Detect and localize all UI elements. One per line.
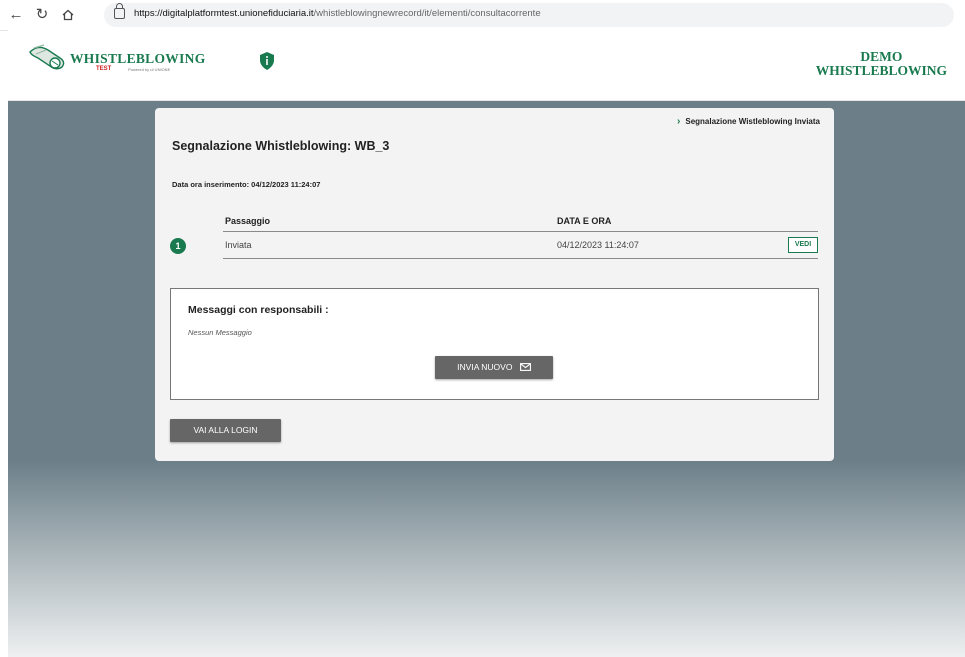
send-new-message-button[interactable]: INVIA NUOVO [435, 356, 553, 379]
go-to-login-button[interactable]: VAI ALLA LOGIN [170, 419, 281, 442]
step-name: Inviata [225, 240, 252, 250]
address-bar[interactable]: https://digitalplatformtest.unionefiduci… [104, 3, 954, 27]
back-arrow-icon[interactable]: ← [6, 5, 26, 25]
demo-title: DEMO WHISTLEBLOWING [816, 50, 947, 78]
shield-icon[interactable] [260, 52, 274, 70]
home-icon[interactable] [58, 5, 78, 25]
messages-title: Messaggi con responsabili : [188, 304, 329, 316]
table-row: Inviata 04/12/2023 11:24:07 VEDI [223, 232, 818, 259]
step-number-badge: 1 [170, 238, 186, 254]
lock-icon [114, 3, 125, 19]
chevron-right-icon: › [677, 116, 681, 127]
step-datetime: 04/12/2023 11:24:07 [557, 240, 639, 250]
demo-title-line2: WHISTLEBLOWING [815, 63, 947, 78]
column-header-datetime: DATA E ORA [557, 216, 612, 226]
logo-powered-by: Powered by uf UNIONE [128, 67, 171, 72]
envelope-icon [519, 362, 531, 371]
view-button[interactable]: VEDI [788, 237, 818, 253]
breadcrumb: › Segnalazione Wistleblowing Inviata [677, 116, 820, 127]
steps-table: Passaggio DATA E ORA Inviata 04/12/2023 … [223, 208, 818, 259]
send-new-message-label: INVIA NUOVO [457, 362, 513, 372]
messages-empty-text: Nessun Messaggio [188, 328, 252, 337]
logo-title: WHISTLEBLOWING [70, 51, 206, 66]
insert-datetime: Data ora inserimento: 04/12/2023 11:24:0… [172, 180, 321, 189]
column-header-step: Passaggio [225, 216, 271, 226]
whistle-logo-icon [29, 44, 65, 70]
url-text: https://digitalplatformtest.unionefiduci… [134, 8, 541, 19]
page-title: Segnalazione Whistleblowing: WB_3 [172, 139, 390, 153]
report-card: › Segnalazione Wistleblowing Inviata Segn… [155, 108, 834, 461]
site-header: WHISTLEBLOWING TEST Powered by uf UNIONE… [8, 30, 965, 101]
browser-toolbar: ← ↻ https://digitalplatformtest.unionefi… [0, 0, 965, 31]
messages-panel: Messaggi con responsabili : Nessun Messa… [170, 288, 819, 400]
demo-title-line1: DEMO [860, 49, 903, 64]
table-header: Passaggio DATA E ORA [223, 208, 818, 232]
logo-subtitle: TEST [96, 66, 112, 72]
refresh-icon[interactable]: ↻ [32, 5, 52, 25]
breadcrumb-label: Segnalazione Wistleblowing Inviata [685, 117, 820, 126]
